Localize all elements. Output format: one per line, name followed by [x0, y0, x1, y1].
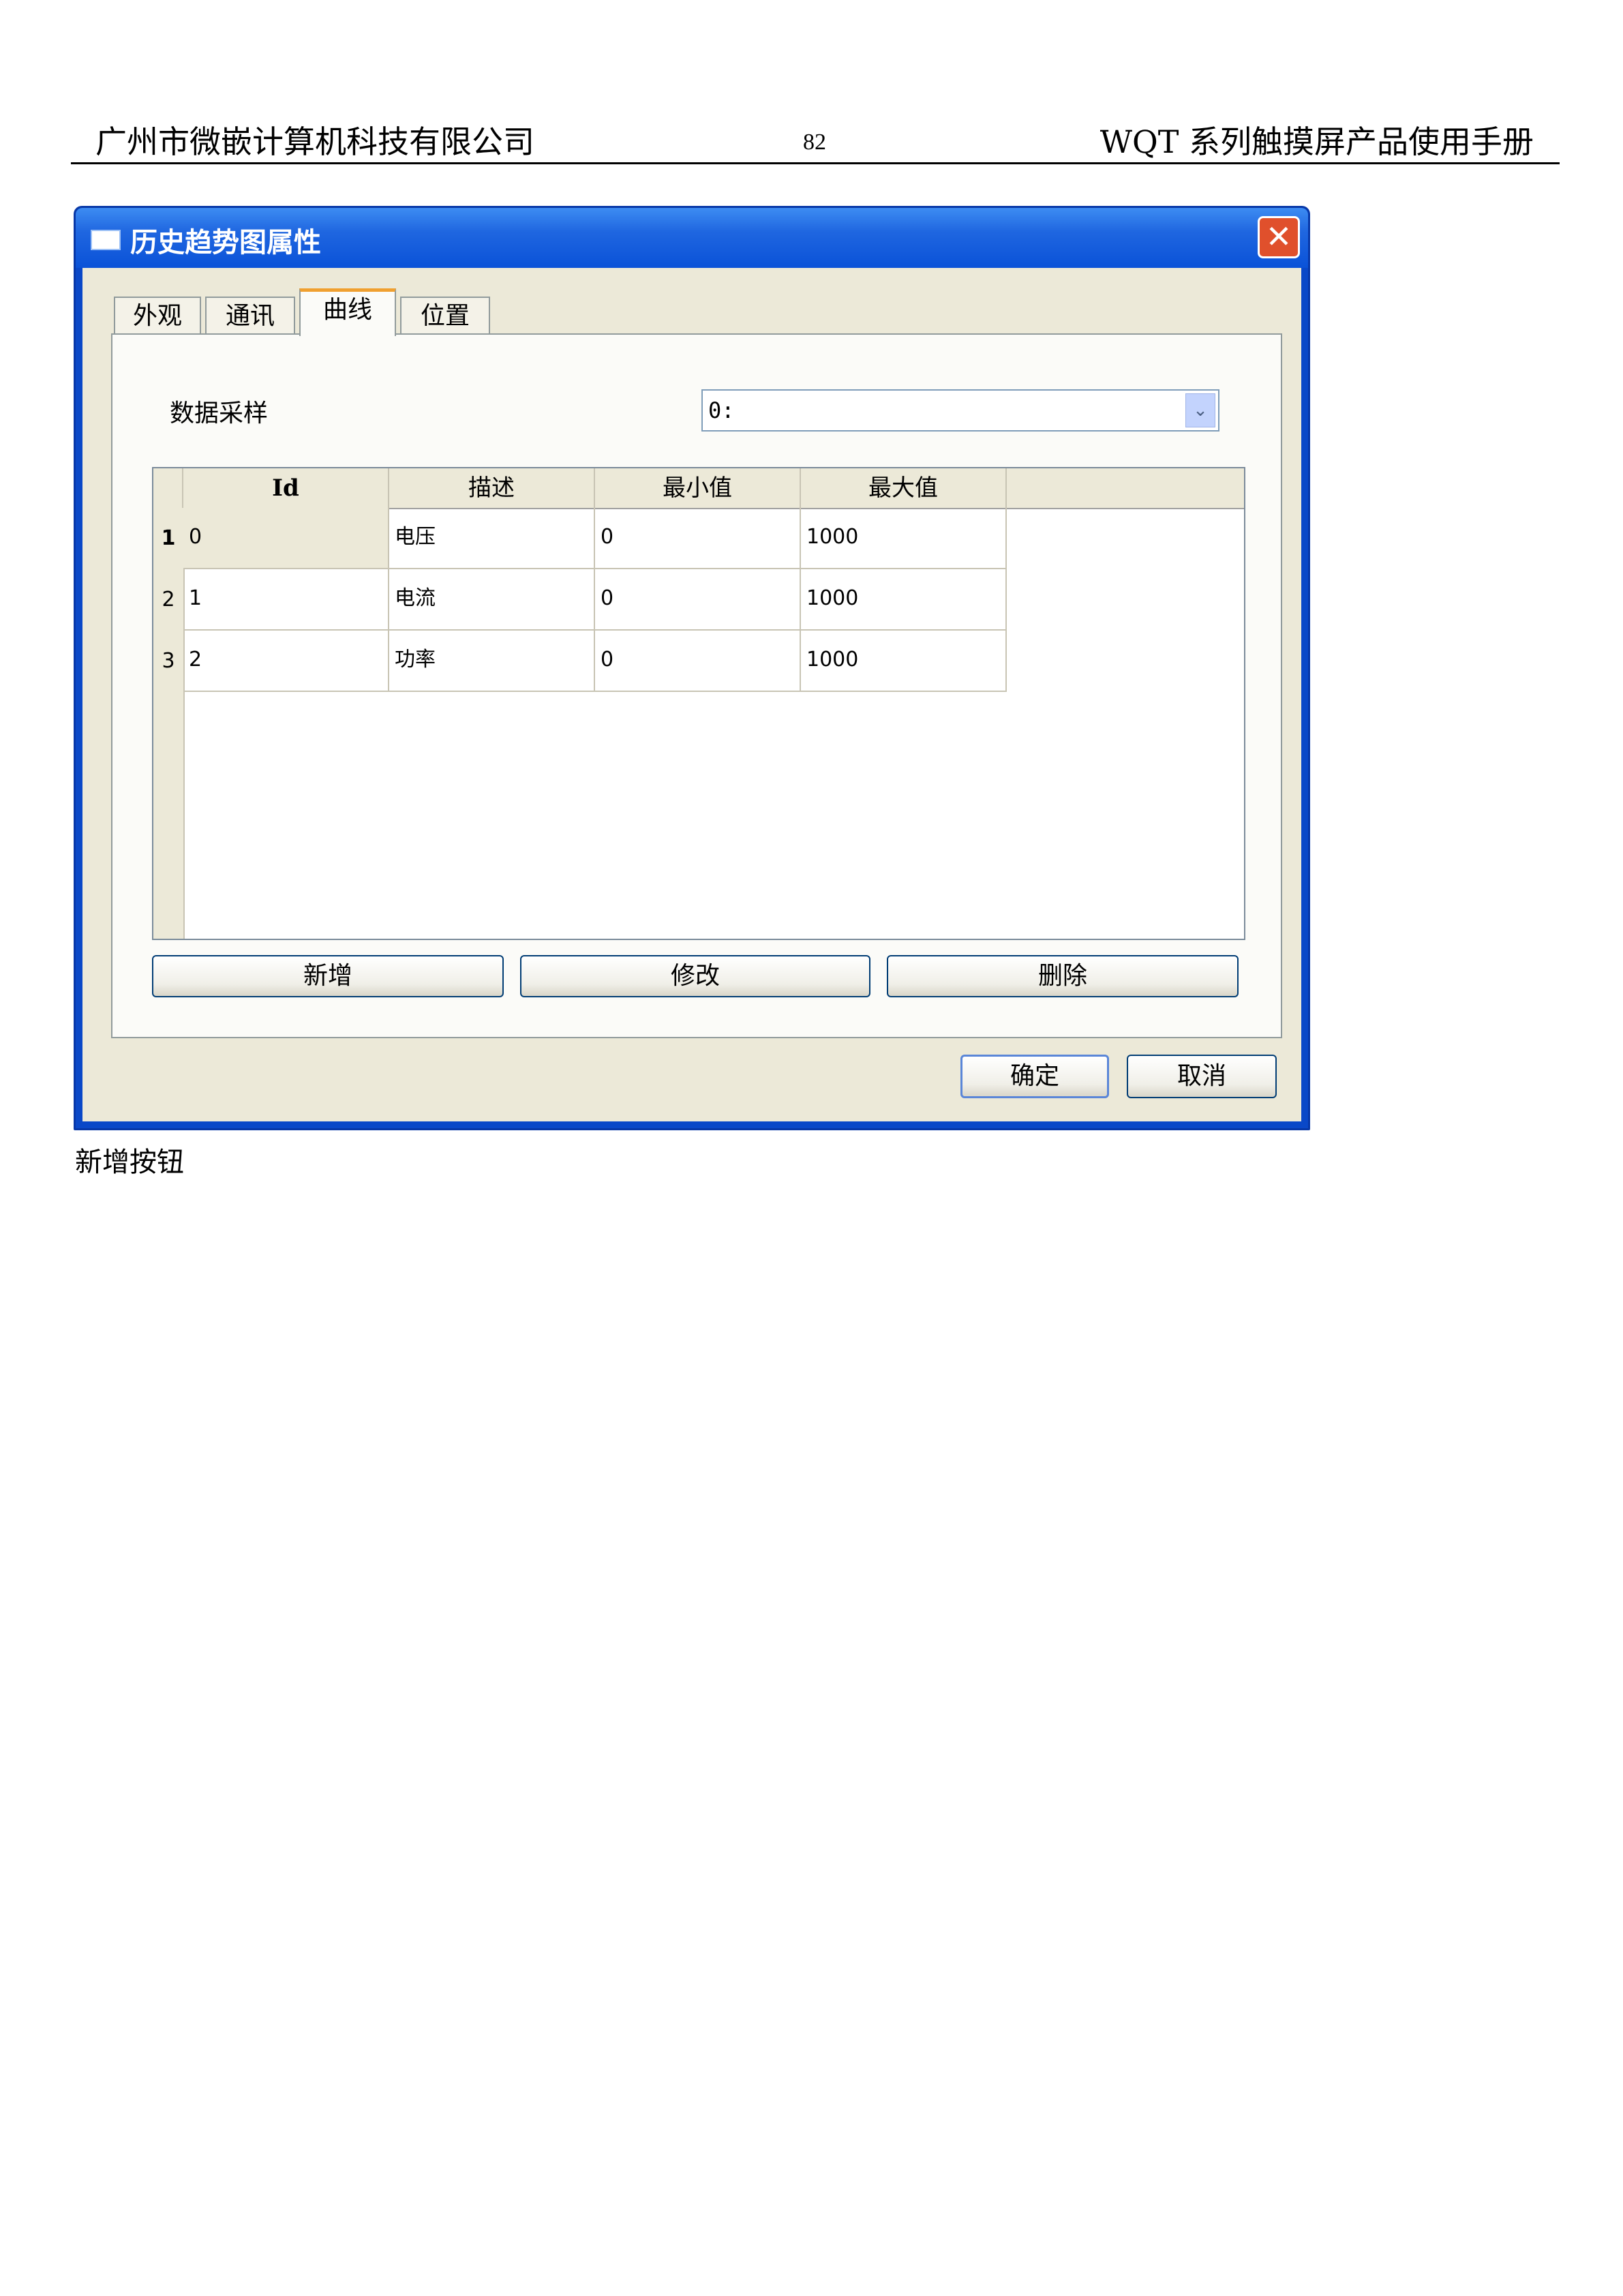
- cell-min[interactable]: 0: [595, 631, 801, 692]
- cell-min[interactable]: 0: [595, 508, 801, 569]
- data-sampling-value: 0:: [708, 397, 735, 423]
- column-header-max[interactable]: 最大值: [801, 468, 1007, 508]
- figure-caption: 新增按钮: [75, 1147, 184, 1178]
- row-number[interactable]: 1: [153, 508, 183, 569]
- ok-button[interactable]: 确定: [960, 1055, 1109, 1098]
- row-number[interactable]: 3: [153, 631, 183, 692]
- delete-button[interactable]: 删除: [887, 955, 1239, 997]
- window-icon: [91, 230, 121, 250]
- add-button[interactable]: 新增: [152, 955, 504, 997]
- data-sampling-label: 数据采样: [170, 399, 269, 427]
- curve-grid[interactable]: Id 描述 最小值 最大值 1 0 电压 0 1000 2 1 电流 0 100…: [152, 467, 1245, 940]
- document-header: 广州市微嵌计算机科技有限公司 82 WQT 系列触摸屏产品使用手册: [71, 115, 1560, 164]
- corner-header: [153, 468, 183, 508]
- cancel-button[interactable]: 取消: [1127, 1055, 1277, 1098]
- dialog-body: 外观 通讯 曲线 位置 数据采样 0: ⌄ Id 描述 最小值 最大值 1 0 …: [82, 268, 1301, 1121]
- company-name: 广州市微嵌计算机科技有限公司: [95, 123, 534, 160]
- cell-description[interactable]: 电压: [389, 508, 595, 569]
- edit-button[interactable]: 修改: [520, 955, 870, 997]
- manual-title: WQT 系列触摸屏产品使用手册: [1099, 123, 1534, 160]
- cell-max[interactable]: 1000: [801, 508, 1007, 569]
- close-button[interactable]: ✕: [1258, 216, 1300, 258]
- tab-curve[interactable]: 曲线: [299, 288, 396, 336]
- column-header-description[interactable]: 描述: [389, 468, 595, 508]
- cell-min[interactable]: 0: [595, 569, 801, 631]
- cell-max[interactable]: 1000: [801, 631, 1007, 692]
- tab-appearance[interactable]: 外观: [114, 297, 201, 335]
- cell-description[interactable]: 电流: [389, 569, 595, 631]
- curve-tab-panel: 数据采样 0: ⌄ Id 描述 最小值 最大值 1 0 电压 0 1000 2 …: [111, 333, 1282, 1038]
- grid-header: Id 描述 最小值 最大值: [153, 468, 1244, 509]
- title-bar[interactable]: 历史趋势图属性 ✕: [76, 208, 1308, 268]
- cell-max[interactable]: 1000: [801, 569, 1007, 631]
- row-number[interactable]: 2: [153, 569, 183, 631]
- window-title: 历史趋势图属性: [130, 227, 321, 258]
- history-trend-properties-dialog: 历史趋势图属性 ✕ 外观 通讯 曲线 位置 数据采样 0: ⌄ Id 描述 最小…: [74, 206, 1310, 1130]
- chevron-down-icon[interactable]: ⌄: [1185, 393, 1215, 427]
- cell-id[interactable]: 0: [183, 508, 389, 569]
- cell-id[interactable]: 2: [183, 631, 389, 692]
- column-header-min[interactable]: 最小值: [595, 468, 801, 508]
- column-header-id[interactable]: Id: [183, 468, 389, 508]
- tab-position[interactable]: 位置: [400, 297, 490, 335]
- data-sampling-select[interactable]: 0: ⌄: [701, 389, 1219, 432]
- tab-communication[interactable]: 通讯: [205, 297, 295, 335]
- cell-description[interactable]: 功率: [389, 631, 595, 692]
- cell-id[interactable]: 1: [183, 569, 389, 631]
- page-number: 82: [803, 130, 826, 155]
